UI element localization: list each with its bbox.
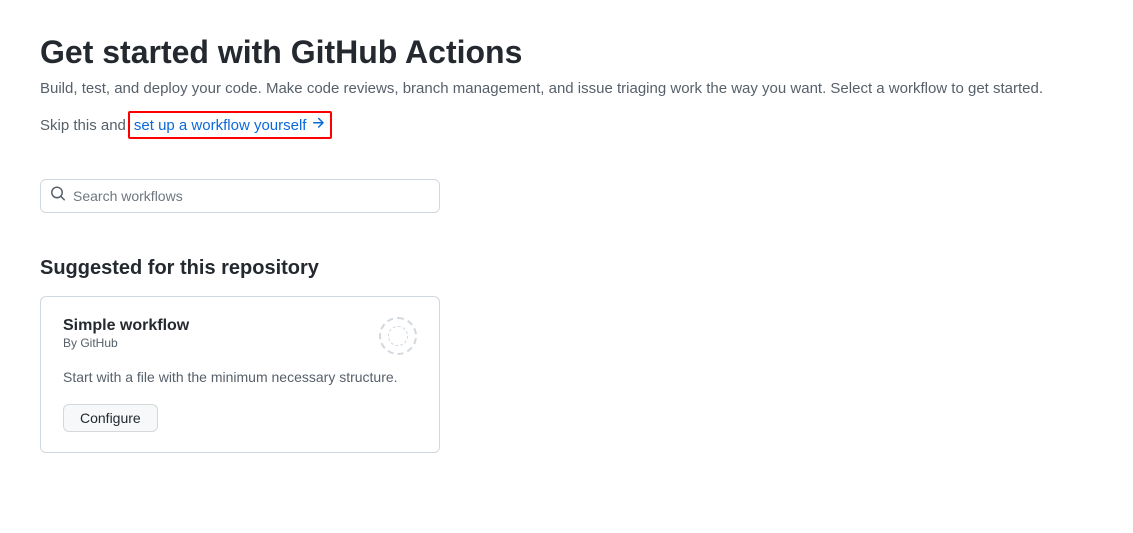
page-subtitle: Build, test, and deploy your code. Make …	[40, 80, 1093, 97]
skip-line: Skip this and set up a workflow yourself	[40, 111, 1093, 139]
workflow-placeholder-icon	[379, 317, 417, 355]
suggested-heading: Suggested for this repository	[40, 257, 1093, 280]
workflow-card-header: Simple workflow By GitHub	[63, 317, 417, 355]
workflow-card-description: Start with a file with the minimum neces…	[63, 367, 417, 388]
setup-workflow-link[interactable]: set up a workflow yourself	[128, 111, 333, 139]
page-title: Get started with GitHub Actions	[40, 32, 1093, 72]
configure-button[interactable]: Configure	[63, 404, 158, 432]
workflow-card-title: Simple workflow	[63, 317, 189, 335]
arrow-right-icon	[310, 115, 326, 135]
workflow-card: Simple workflow By GitHub Start with a f…	[40, 296, 440, 453]
workflow-card-author: By GitHub	[63, 336, 189, 350]
search-input[interactable]	[40, 179, 440, 213]
workflow-card-titleblock: Simple workflow By GitHub	[63, 317, 189, 350]
skip-prefix: Skip this and	[40, 117, 126, 134]
search-container	[40, 179, 440, 213]
setup-workflow-link-text: set up a workflow yourself	[134, 117, 307, 134]
